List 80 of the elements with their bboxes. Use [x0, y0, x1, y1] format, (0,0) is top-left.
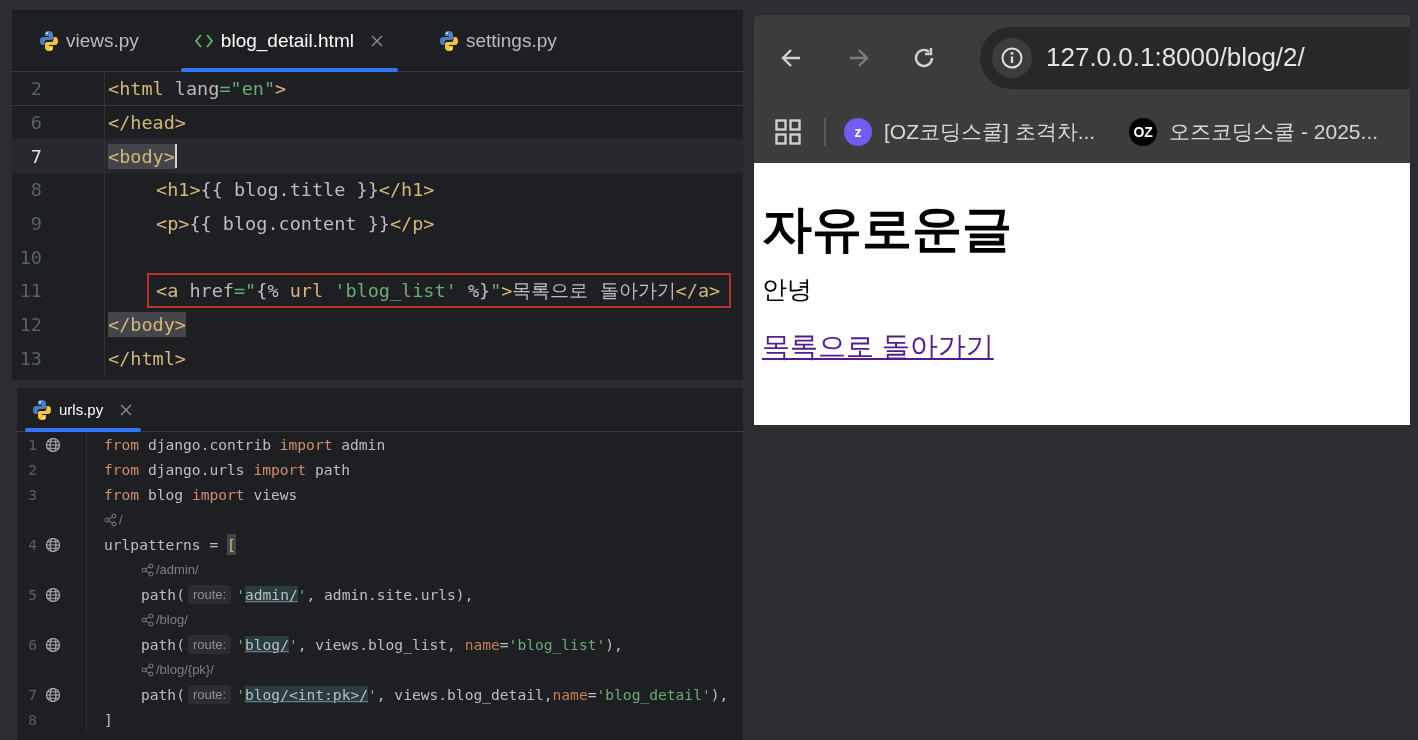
code-text: from blog import views: [104, 486, 298, 503]
url-usage-hint[interactable]: /blog/: [141, 612, 188, 627]
globe-icon[interactable]: [45, 636, 61, 653]
highlighted-route: blog/: [245, 636, 289, 653]
globe-icon[interactable]: [45, 536, 61, 553]
line-number: 8: [27, 711, 37, 728]
line-number: 8: [29, 179, 42, 201]
matched-brace: </body>: [108, 312, 186, 338]
line-number: 9: [29, 213, 42, 235]
code-text: path(: [141, 686, 185, 703]
code-text: ': [236, 636, 245, 653]
site-info-button[interactable]: [992, 37, 1032, 78]
line-number: 2: [29, 77, 42, 99]
code-text: path(: [141, 586, 185, 603]
code-text: </head>: [108, 112, 186, 134]
file-tab[interactable]: urls.py: [25, 388, 142, 431]
code-text: ', admin.site.urls),: [297, 586, 474, 603]
page-heading: 자유로운글: [762, 200, 1012, 259]
share-icon: [141, 612, 154, 627]
code-text: from django.urls import path: [104, 461, 351, 478]
address-bar[interactable]: 127.0.0.1:8000/blog/2/: [980, 26, 1410, 89]
code-text: path(: [141, 636, 185, 653]
globe-icon[interactable]: [45, 436, 61, 453]
url-usage-hint[interactable]: /blog/{pk}/: [141, 662, 214, 677]
file-tab[interactable]: views.py: [26, 10, 153, 71]
url-usage-hint[interactable]: /admin/: [141, 562, 199, 577]
line-number: 7: [29, 145, 42, 167]
text-caret: [174, 144, 177, 169]
file-tab[interactable]: blog_detail.html: [180, 10, 398, 71]
highlighted-route: admin/: [245, 586, 298, 603]
code-text: <html lang="en">: [108, 77, 287, 99]
code-text: ': [236, 686, 245, 703]
globe-icon[interactable]: [45, 686, 61, 703]
info-icon: [1001, 46, 1023, 69]
close-icon[interactable]: [369, 33, 384, 48]
line-number: 7: [27, 686, 37, 703]
line-number: 5: [27, 586, 37, 603]
code-text: ', views.blog_detail,name='blog_detail'),: [368, 686, 729, 703]
inlay-hint: route:: [187, 685, 232, 704]
code-text: urlpatterns =: [104, 536, 220, 553]
inlay-hint: route:: [187, 585, 232, 604]
code-text: <h1>{{ blog.title }}</h1>: [156, 179, 435, 201]
line-number: 1: [27, 436, 37, 453]
page-paragraph: 안녕: [762, 274, 813, 305]
line-number: 4: [27, 536, 37, 553]
line-number: 2: [27, 461, 37, 478]
bookmark[interactable]: OZ 오즈코딩스쿨 - 2025...: [1129, 118, 1379, 146]
file-tab[interactable]: settings.py: [425, 10, 571, 71]
bookmark[interactable]: z [OZ코딩스쿨] 초격차...: [844, 118, 1096, 146]
favicon-badge: z: [844, 118, 872, 146]
matched-brace: [: [227, 534, 236, 555]
share-icon: [141, 662, 154, 677]
line-number: 6: [29, 112, 42, 134]
python-file-icon: [40, 29, 58, 52]
code-text: <a href="{% url 'blog_list' %}">목록으로 돌아가기</a>: [156, 279, 721, 304]
matched-brace: <body>: [108, 143, 175, 169]
code-text: ', views.blog_list, name='blog_list'),: [288, 636, 623, 653]
line-number: 11: [18, 280, 42, 302]
line-number: 3: [27, 486, 37, 503]
globe-icon[interactable]: [45, 586, 61, 603]
line-number: 13: [18, 347, 42, 369]
line-number: 10: [18, 246, 42, 268]
back-to-list-link[interactable]: 목록으로 돌아가기: [762, 328, 994, 366]
share-icon: [141, 562, 154, 577]
code-text: </html>: [108, 347, 186, 369]
python-file-icon: [439, 29, 458, 52]
code-text: <p>{{ blog.content }}</p>: [156, 213, 435, 235]
close-icon[interactable]: [119, 402, 134, 417]
code-text: from django.contrib import admin: [104, 436, 386, 453]
code-text: ': [236, 586, 245, 603]
line-number: 12: [18, 314, 42, 336]
favicon-badge: OZ: [1129, 118, 1158, 146]
highlighted-route: blog/<int:pk>/: [245, 686, 368, 703]
url-usage-hint[interactable]: /: [104, 512, 123, 527]
code-text: ]: [104, 711, 113, 728]
python-file-icon: [33, 398, 51, 421]
inlay-hint: route:: [187, 635, 232, 654]
apps-grid-icon: [775, 119, 801, 145]
share-icon: [104, 512, 117, 527]
line-number: 6: [27, 636, 37, 653]
